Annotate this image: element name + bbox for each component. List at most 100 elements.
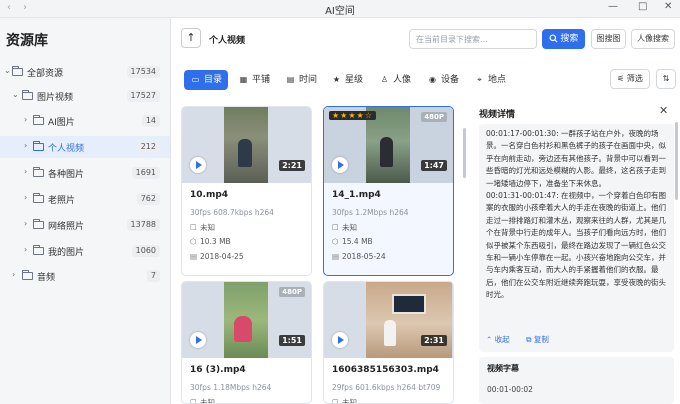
rating-value: 未知 xyxy=(200,398,215,404)
tab-location[interactable]: ⌖ 地点 xyxy=(474,70,506,90)
sidebar-item-label: 图片视频 xyxy=(37,93,74,103)
close-icon[interactable]: ✕ xyxy=(659,104,668,117)
video-thumbnail[interactable]: 480P 1:51 xyxy=(182,282,311,358)
chevron-right-icon[interactable]: › xyxy=(24,167,27,176)
rating-row: ☐ 未知 xyxy=(332,222,357,233)
sidebar-item-ai-images[interactable]: › AI图片 14 xyxy=(0,110,170,132)
chevron-down-icon[interactable]: ⌄ xyxy=(4,66,11,75)
close-window-icon[interactable]: ✕ xyxy=(664,1,672,12)
search-button[interactable]: 搜索 xyxy=(542,29,585,49)
copy-button[interactable]: ⧉ 复制 xyxy=(526,334,549,345)
sidebar-item-all-resources[interactable]: ⌄ 全部资源 17534 xyxy=(0,61,170,83)
sort-button[interactable]: ⇅ xyxy=(656,69,676,89)
video-thumbnail[interactable]: ★★★★☆ 480P 1:47 xyxy=(324,107,453,183)
search-input[interactable] xyxy=(409,29,537,49)
sidebar-item-label: AI图片 xyxy=(48,118,75,128)
play-icon[interactable] xyxy=(190,157,206,173)
video-thumbnail[interactable]: 2:21 xyxy=(182,107,311,183)
sidebar-item-old-photos[interactable]: › 老照片 762 xyxy=(0,188,170,210)
rating-icon: ☐ xyxy=(332,223,339,232)
video-name: 16 (3).mp4 xyxy=(190,365,246,375)
item-count: 17527 xyxy=(126,90,160,102)
search-button-label: 搜索 xyxy=(560,34,579,44)
file-size-icon: ⬡ xyxy=(190,237,197,246)
grid-scrollbar[interactable] xyxy=(463,128,466,178)
collapse-button[interactable]: ⌃ 收起 xyxy=(486,334,510,345)
duration-badge: 2:21 xyxy=(279,160,305,171)
thumbnail-screen xyxy=(392,294,426,314)
location-icon: ⌖ xyxy=(477,75,482,84)
sidebar-item-web-photos[interactable]: › 网络照片 13788 xyxy=(0,214,170,236)
file-size: 15.4 MB xyxy=(342,237,373,246)
resolution-badge: 480P xyxy=(279,287,305,297)
item-count: 212 xyxy=(136,141,160,153)
tab-directory[interactable]: ▭ 目录 xyxy=(184,70,228,90)
calendar-icon: ▤ xyxy=(190,252,198,261)
video-card[interactable]: 2:21 10.mp4 30fps 608.7kbps h264 ☐ 未知 ⬡ 10… xyxy=(181,106,312,276)
sidebar-item-my-images[interactable]: › 我的图片 1060 xyxy=(0,240,170,262)
chevron-right-icon[interactable]: › xyxy=(24,141,27,150)
play-icon[interactable] xyxy=(332,157,348,173)
rating-icon: ☐ xyxy=(332,398,339,404)
description-paragraph: 00:01:17-00:01:30: 一群孩子站在户外，夜晚的场景。一名穿白色衬… xyxy=(486,129,666,188)
tab-device[interactable]: ◉ 设备 xyxy=(427,70,459,90)
sidebar-item-label: 个人视频 xyxy=(48,144,85,154)
folder-icon xyxy=(12,66,23,76)
subtitle-timestamp: 00:01-00:02 xyxy=(487,385,533,394)
star-rating: ★★★★☆ xyxy=(329,111,376,120)
maximize-icon[interactable]: □ xyxy=(638,1,647,12)
rating-icon: ☐ xyxy=(190,223,197,232)
resolution-badge: 480P xyxy=(421,112,447,122)
current-folder-title: 个人视频 xyxy=(209,36,246,46)
filter-button[interactable]: ⚟ 筛选 xyxy=(610,69,650,89)
sidebar-item-label: 各种图片 xyxy=(48,170,85,180)
sidebar-item-audio[interactable]: › 音频 7 xyxy=(0,265,170,287)
sidebar-item-personal-videos[interactable]: › 个人视频 212 xyxy=(0,136,170,158)
file-size-icon: ⬡ xyxy=(332,237,339,246)
play-icon[interactable] xyxy=(332,332,348,348)
folder-icon xyxy=(33,141,44,151)
sidebar-item-various-images[interactable]: › 各种图片 1691 xyxy=(0,162,170,184)
copy-icon: ⧉ xyxy=(526,335,532,344)
video-thumbnail[interactable]: 2:31 xyxy=(324,282,453,358)
chevron-right-icon[interactable]: › xyxy=(24,219,27,228)
item-count: 13788 xyxy=(126,219,160,231)
camera-icon: ◉ xyxy=(429,75,436,84)
sidebar-item-images-videos[interactable]: ⌄ 图片视频 17527 xyxy=(0,85,170,107)
video-name: 10.mp4 xyxy=(190,190,229,200)
video-card-selected[interactable]: ★★★★☆ 480P 1:47 14_1.mp4 30fps 1.2Mbps h… xyxy=(323,106,454,276)
tab-tiled[interactable]: ▦ 平铺 xyxy=(238,70,270,90)
search-icon xyxy=(549,34,558,43)
video-meta: 29fps 601.6kbps h264 bt709 xyxy=(332,383,441,392)
filter-icon: ⚟ xyxy=(617,74,625,83)
sidebar-item-label: 全部资源 xyxy=(27,69,64,79)
chevron-down-icon[interactable]: ⌄ xyxy=(12,90,19,99)
up-directory-button[interactable]: ↑ xyxy=(181,28,201,48)
calendar-icon: ▤ xyxy=(332,252,340,261)
video-card[interactable]: 2:31 1606385156303.mp4 29fps 601.6kbps h… xyxy=(323,281,454,404)
tab-label: 人像 xyxy=(393,75,412,85)
minimize-icon[interactable]: — xyxy=(608,1,618,12)
chevron-right-icon[interactable]: › xyxy=(24,115,27,124)
video-card[interactable]: 480P 1:51 16 (3).mp4 30fps 1.18Mbps h264… xyxy=(181,281,312,404)
image-search-button[interactable]: 图搜图 xyxy=(591,29,626,49)
star-icon: ★ xyxy=(332,75,341,84)
tab-person[interactable]: ♙ 人像 xyxy=(379,70,411,90)
folder-icon xyxy=(33,193,44,203)
play-icon[interactable] xyxy=(190,332,206,348)
duration-badge: 2:31 xyxy=(421,335,447,346)
tab-time[interactable]: ▤ 时间 xyxy=(285,70,317,90)
up-arrow-icon: ↑ xyxy=(186,31,196,44)
collapse-label: 收起 xyxy=(494,335,510,344)
details-scrollbar[interactable] xyxy=(675,122,678,200)
chevron-right-icon[interactable]: › xyxy=(24,193,27,202)
person-search-button[interactable]: 人像搜索 xyxy=(631,29,675,49)
folder-icon xyxy=(33,245,44,255)
size-row: ⬡ 15.4 MB xyxy=(332,237,373,246)
video-details-panel: 视频详情 ✕ 00:01:17-00:01:30: 一群孩子站在户外，夜晚的场景… xyxy=(471,96,680,404)
sidebar-item-label: 网络照片 xyxy=(48,222,85,232)
chevron-right-icon[interactable]: › xyxy=(12,270,15,279)
item-count: 17534 xyxy=(126,66,160,78)
tab-rating[interactable]: ★ 星级 xyxy=(331,70,363,90)
chevron-right-icon[interactable]: › xyxy=(24,245,27,254)
